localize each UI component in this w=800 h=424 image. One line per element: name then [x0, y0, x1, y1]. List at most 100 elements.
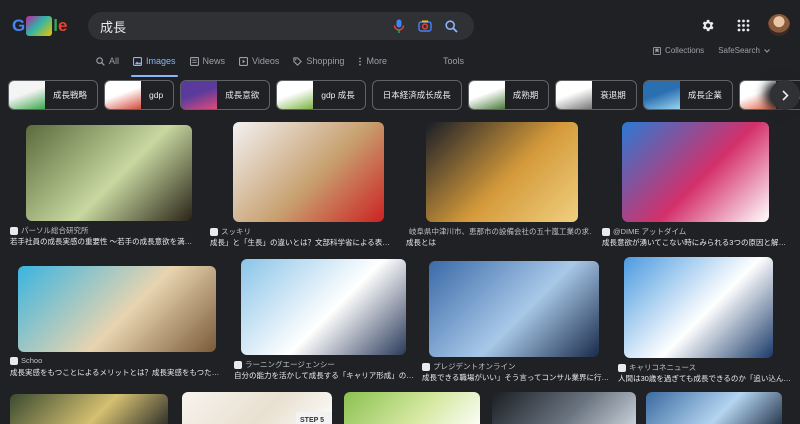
result-thumbnail[interactable]: [646, 392, 782, 424]
collections-link[interactable]: Collections: [653, 46, 704, 55]
favicon-icon: [10, 226, 18, 235]
safesearch-dropdown[interactable]: SafeSearch: [718, 46, 770, 55]
result-source-name: キャリコネニュース: [629, 363, 697, 372]
favicon-icon: [234, 360, 242, 369]
chip-label: 成長意欲: [225, 90, 260, 100]
result-thumbnail[interactable]: [10, 394, 168, 424]
result-title[interactable]: 人間は30歳を過ぎても成長できるのか「追い込ん…: [618, 373, 798, 384]
tab-images[interactable]: Images: [131, 52, 178, 77]
apps-grid-icon[interactable]: [732, 14, 754, 36]
search-box[interactable]: [88, 12, 474, 40]
chip-label: 日本経済成长成長: [382, 90, 451, 100]
more-vert-icon: [359, 56, 362, 66]
result-thumbnail[interactable]: [233, 122, 384, 222]
result-thumbnail[interactable]: [426, 122, 578, 222]
gear-icon[interactable]: [696, 14, 718, 36]
chip-label: 成長戦略: [53, 90, 88, 100]
result-thumbnail[interactable]: [624, 257, 773, 358]
result-source-name: プレジデントオンライン: [433, 362, 516, 371]
chip-thumbnail: [556, 81, 593, 109]
image-result[interactable]: [492, 392, 636, 424]
chip-label: 成熟期: [512, 90, 539, 100]
result-source-name: ラーニングエージェンシー: [245, 360, 335, 369]
result-title[interactable]: 自分の能力を活かして成長する「キャリア形成」の考え…: [234, 370, 420, 381]
camera-icon[interactable]: [414, 15, 436, 37]
related-search-chip[interactable]: 衰退期: [555, 80, 637, 110]
image-result[interactable]: @DIME アットダイム 成長意欲が湧いてこない時にみられる3つの原因と解…: [600, 120, 790, 247]
tab-shopping[interactable]: Shopping: [293, 52, 344, 70]
chips-next-button[interactable]: [770, 80, 800, 110]
image-result[interactable]: [8, 392, 168, 424]
result-source[interactable]: キャリコネニュース: [618, 362, 798, 373]
tab-videos[interactable]: Videos: [239, 52, 279, 70]
tab-more[interactable]: More: [358, 52, 387, 70]
image-result[interactable]: キャリコネニュース 人間は30歳を過ぎても成長できるのか「追い込ん…: [616, 256, 800, 384]
image-result[interactable]: [646, 392, 782, 424]
result-title[interactable]: 成長意欲が湧いてこない時にみられる3つの原因と解…: [602, 237, 788, 248]
related-search-chip[interactable]: 日本経済成长成長: [371, 80, 462, 110]
search-tabs: All Images News Videos Shopping More: [96, 52, 401, 77]
tab-label: News: [202, 56, 226, 66]
tab-label: Images: [146, 56, 176, 66]
image-result[interactable]: STEP 5: [280, 392, 340, 424]
related-search-chip[interactable]: 成長企業: [642, 80, 733, 110]
tab-label: All: [109, 56, 120, 66]
result-thumbnail[interactable]: [622, 122, 769, 222]
result-title[interactable]: 成長とは: [406, 237, 592, 248]
image-result[interactable]: スッキリ 成長」と「生長」の違いとは？文部科学省による表記…: [208, 120, 398, 247]
image-result[interactable]: プレジデントオンライン 成長できる職場がいい」そう言ってコンサル業界に行きた…: [420, 256, 616, 384]
doodle-logo-icon: [26, 16, 53, 36]
related-search-chip[interactable]: gdp 成長: [276, 80, 366, 110]
image-result[interactable]: [344, 392, 480, 424]
chip-thumbnail: [181, 81, 218, 109]
image-result[interactable]: Schoo 成長実感をもつことによるメリットとは？成長実感をもつためのポ…: [8, 256, 228, 384]
image-result[interactable]: 岐阜県中津川市、恵那市の設備会社の五十嵐工業の求… 成長とは: [404, 120, 594, 247]
result-source[interactable]: Schoo: [10, 356, 226, 365]
result-thumbnail[interactable]: [26, 125, 192, 221]
news-icon: [189, 56, 199, 66]
result-thumbnail[interactable]: [344, 392, 480, 424]
favicon-icon: [10, 356, 18, 365]
result-source[interactable]: @DIME アットダイム: [602, 226, 788, 237]
avatar[interactable]: [768, 14, 790, 36]
chip-label: 衰退期: [600, 90, 626, 100]
tag-icon: [293, 56, 303, 66]
related-search-chip[interactable]: 成長意欲: [180, 80, 271, 110]
related-search-chip[interactable]: gdp: [104, 80, 175, 110]
result-title[interactable]: 成長できる職場がいい」そう言ってコンサル業界に行きた…: [422, 372, 614, 383]
collections-label: Collections: [665, 46, 705, 55]
result-source[interactable]: スッキリ: [210, 226, 396, 237]
image-result[interactable]: ラーニングエージェンシー 自分の能力を活かして成長する「キャリア形成」の考え…: [232, 256, 422, 384]
result-source[interactable]: ラーニングエージェンシー: [234, 359, 420, 370]
favicon-icon: [602, 227, 610, 236]
result-thumbnail[interactable]: [429, 261, 599, 357]
result-source[interactable]: パーソル総合研究所: [10, 225, 196, 236]
search-icon: [96, 56, 105, 66]
tab-news[interactable]: News: [189, 52, 226, 70]
chip-thumbnail: [9, 81, 45, 109]
result-source[interactable]: プレジデントオンライン: [422, 361, 614, 372]
image-result[interactable]: パーソル総合研究所若手社員の成長実感の重要性 ～若手の成長意欲を満たし、本…: [8, 120, 198, 246]
result-title[interactable]: 成長」と「生長」の違いとは？文部科学省による表記…: [210, 237, 396, 248]
chevron-right-icon: [781, 89, 789, 101]
google-logo[interactable]: Gle: [12, 14, 68, 38]
result-thumbnail[interactable]: [492, 392, 636, 424]
related-search-chip[interactable]: 成熟期: [467, 80, 550, 110]
related-search-chips: 成長戦略gdp成長意欲gdp 成長日本経済成长成長成熟期衰退期成長企業自己成長キ…: [8, 80, 800, 110]
result-thumbnail[interactable]: [241, 259, 406, 355]
chip-thumbnail: [468, 81, 505, 109]
chip-label: 成長企業: [687, 90, 722, 100]
search-input[interactable]: [100, 18, 384, 34]
result-title[interactable]: 若手社員の成長実感の重要性 ～若手の成長意欲を満たし、本…: [10, 236, 196, 247]
search-icon[interactable]: [440, 15, 462, 37]
result-source[interactable]: 岐阜県中津川市、恵那市の設備会社の五十嵐工業の求…: [406, 226, 592, 237]
result-title[interactable]: 成長実感をもつことによるメリットとは？成長実感をもつためのポ…: [10, 367, 226, 378]
related-search-chip[interactable]: 成長戦略: [8, 80, 99, 110]
tools-button[interactable]: Tools: [443, 52, 464, 70]
tab-all[interactable]: All: [96, 52, 119, 70]
result-thumbnail[interactable]: [18, 266, 216, 352]
tab-label: More: [366, 56, 387, 66]
tab-label: Shopping: [306, 56, 345, 66]
favicon-icon: [618, 363, 626, 372]
mic-icon[interactable]: [388, 15, 410, 37]
